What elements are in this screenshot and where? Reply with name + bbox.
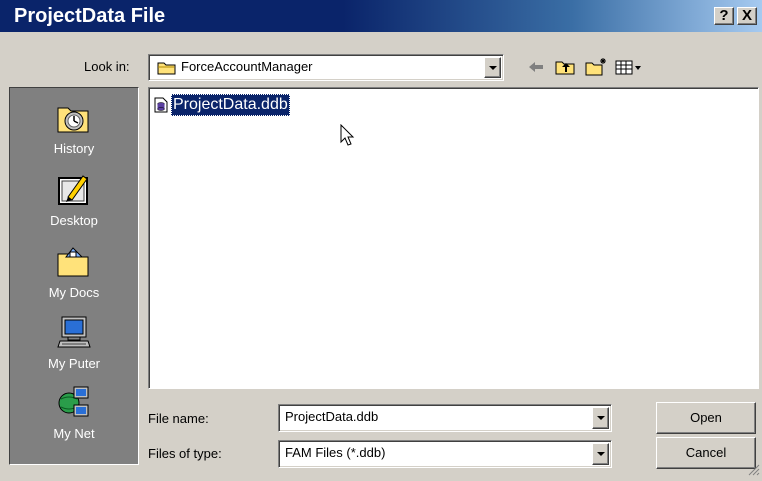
place-my-net[interactable]: My Net — [10, 381, 138, 451]
file-name-selected: ProjectData.ddb — [171, 94, 290, 116]
place-label-my-net: My Net — [53, 426, 95, 441]
file-type-value: FAM Files (*.ddb) — [285, 445, 386, 460]
up-one-level-icon[interactable] — [554, 57, 578, 80]
title-bar[interactable]: ProjectData File ? X — [0, 0, 762, 32]
network-places-icon — [58, 386, 89, 417]
back-arrow-icon[interactable] — [526, 57, 548, 80]
my-computer-icon — [57, 316, 91, 348]
view-menu-icon[interactable] — [614, 57, 644, 80]
file-type-label: Files of type: — [148, 446, 222, 461]
help-button[interactable]: ? — [714, 7, 734, 25]
desktop-icon — [58, 175, 88, 205]
mouse-pointer-icon — [340, 123, 356, 151]
create-new-folder-icon[interactable] — [584, 57, 608, 80]
place-my-puter[interactable]: My Puter — [10, 311, 138, 381]
my-documents-icon — [57, 247, 89, 277]
look-in-dropdown[interactable]: ForceAccountManager — [148, 54, 504, 81]
place-history[interactable]: History — [10, 96, 138, 166]
chevron-down-icon[interactable] — [592, 443, 609, 465]
close-button[interactable]: X — [737, 7, 757, 25]
folder-icon — [157, 60, 177, 79]
place-label-my-docs: My Docs — [48, 285, 100, 300]
file-name-field[interactable]: ProjectData.ddb — [278, 404, 612, 432]
chevron-down-icon[interactable] — [484, 57, 501, 78]
cancel-button[interactable]: Cancel — [656, 437, 756, 469]
file-name-label: File name: — [148, 411, 209, 426]
place-my-docs[interactable]: My Docs — [10, 240, 138, 310]
places-bar: History Desktop My Docs My Puter My Net — [9, 87, 139, 465]
open-button[interactable]: Open — [656, 402, 756, 434]
look-in-label: Look in: — [84, 59, 130, 74]
place-desktop[interactable]: Desktop — [10, 168, 138, 238]
open-file-dialog: ProjectData File ? X Look in: ForceAccou… — [0, 0, 762, 481]
window-title: ProjectData File — [14, 5, 166, 27]
place-label-my-puter: My Puter — [47, 356, 100, 371]
place-label-desktop: Desktop — [50, 213, 98, 228]
look-in-value: ForceAccountManager — [181, 59, 313, 74]
chevron-down-icon[interactable] — [592, 407, 609, 429]
database-file-icon — [154, 97, 168, 116]
file-type-dropdown[interactable]: FAM Files (*.ddb) — [278, 440, 612, 468]
history-icon — [57, 107, 89, 133]
resize-grip-icon[interactable] — [748, 464, 760, 479]
file-list[interactable]: ProjectData.ddb — [148, 87, 759, 389]
file-name-value: ProjectData.ddb — [285, 409, 379, 424]
place-label-history: History — [53, 141, 95, 156]
